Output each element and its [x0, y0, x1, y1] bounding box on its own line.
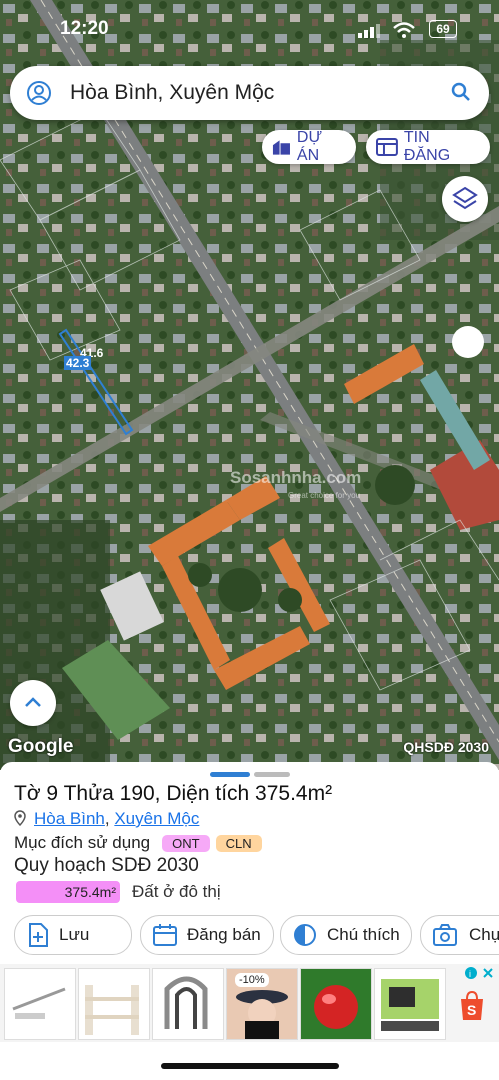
- land-use-tag-cln: CLN: [215, 834, 262, 852]
- ad-product-shelf[interactable]: [78, 968, 150, 1040]
- parcel-location: Hòa Bình, Xuyên Mộc: [14, 809, 199, 829]
- projects-chip[interactable]: DỰ ÁN: [262, 129, 356, 164]
- svg-text:i: i: [469, 969, 471, 979]
- map-handle-button[interactable]: [452, 326, 484, 358]
- camera-icon: [433, 924, 457, 946]
- parcel-title: Tờ 9 Thửa 190, Diện tích 375.4m²: [14, 782, 333, 805]
- clip-product-image: [12, 987, 66, 1019]
- sheet-tab-indicator-active[interactable]: [210, 772, 250, 777]
- district-link[interactable]: Xuyên Mộc: [114, 809, 199, 828]
- chevron-up-icon: [25, 697, 41, 707]
- search-icon[interactable]: [449, 80, 473, 104]
- location-pin-icon: [14, 810, 26, 827]
- discount-badge: -10%: [235, 973, 269, 987]
- legend-button-label: Chú thích: [327, 925, 400, 944]
- red-ball-image: [314, 985, 358, 1029]
- post-listing-label: Đăng bán: [187, 925, 261, 944]
- plan-use-text: Đất ở đô thị: [132, 882, 221, 901]
- sheet-tab-indicator[interactable]: [254, 772, 290, 777]
- photo-button[interactable]: Chụp: [420, 915, 499, 955]
- land-use-row: Mục đích sử dụng ONT CLN: [14, 833, 262, 853]
- google-logo: Google: [8, 736, 74, 757]
- layers-button[interactable]: [442, 176, 488, 222]
- search-bar[interactable]: Hòa Bình, Xuyên Mộc: [10, 66, 489, 120]
- watermark: Sosanhnha.com: [230, 468, 362, 487]
- clock: 12:20: [60, 18, 109, 39]
- plot-length-label-side: 42.3: [64, 356, 92, 370]
- status-bar: 12:20 69: [0, 14, 499, 44]
- save-button[interactable]: Lưu: [14, 915, 132, 955]
- building-icon: [272, 140, 290, 155]
- land-use-tag-ont: ONT: [162, 834, 210, 852]
- ad-banner[interactable]: -10% i S: [0, 964, 499, 1042]
- save-button-label: Lưu: [59, 925, 90, 944]
- plan-label: Quy hoạch SDĐ 2030: [14, 855, 199, 876]
- layer-code-label: QHSDĐ 2030: [403, 739, 489, 755]
- adchoices-icon[interactable]: i: [464, 966, 496, 980]
- expand-up-button[interactable]: [10, 680, 56, 726]
- photo-button-label: Chụp: [469, 925, 499, 944]
- faucet-product-image: [164, 976, 208, 1029]
- ward-link[interactable]: Hòa Bình: [34, 809, 105, 828]
- projects-chip-label: DỰ ÁN: [296, 129, 323, 164]
- svg-text:S: S: [467, 1002, 476, 1018]
- contrast-icon: [294, 924, 316, 946]
- ad-product-ball[interactable]: [300, 968, 372, 1040]
- layers-icon: [452, 186, 478, 210]
- device-box-image: [381, 979, 439, 1031]
- home-indicator[interactable]: [161, 1063, 339, 1069]
- search-query[interactable]: Hòa Bình, Xuyên Mộc: [70, 81, 274, 105]
- watermark-sub: Great choice for you: [288, 491, 361, 500]
- shopee-icon[interactable]: S: [458, 990, 486, 1022]
- plan-area-badge: 375.4m²: [16, 881, 120, 903]
- shelf-product-image: [85, 985, 139, 1035]
- satellite-map[interactable]: 41.6 42.3 Sosanhnha.com Great choice for…: [0, 0, 499, 770]
- ad-product-faucet[interactable]: [152, 968, 224, 1040]
- ad-product-hat[interactable]: -10%: [226, 968, 298, 1040]
- listings-chip-label: TIN ĐĂNG: [403, 129, 451, 164]
- listing-icon: [376, 138, 398, 156]
- account-icon[interactable]: [26, 80, 52, 106]
- legend-button[interactable]: Chú thích: [280, 915, 412, 955]
- ad-product-clip[interactable]: [4, 968, 76, 1040]
- parcel-info-sheet: Tờ 9 Thửa 190, Diện tích 375.4m² Hòa Bìn…: [0, 762, 499, 1080]
- ad-product-device[interactable]: [374, 968, 446, 1040]
- battery-icon: 69: [429, 20, 457, 38]
- wifi-icon: [393, 22, 415, 38]
- add-document-icon: [29, 923, 48, 947]
- land-use-label: Mục đích sử dụng: [14, 833, 151, 852]
- listings-chip[interactable]: TIN ĐĂNG: [366, 129, 490, 164]
- calendar-icon: [153, 924, 177, 946]
- post-listing-button[interactable]: Đăng bán: [140, 915, 274, 955]
- signal-icon: [358, 24, 380, 38]
